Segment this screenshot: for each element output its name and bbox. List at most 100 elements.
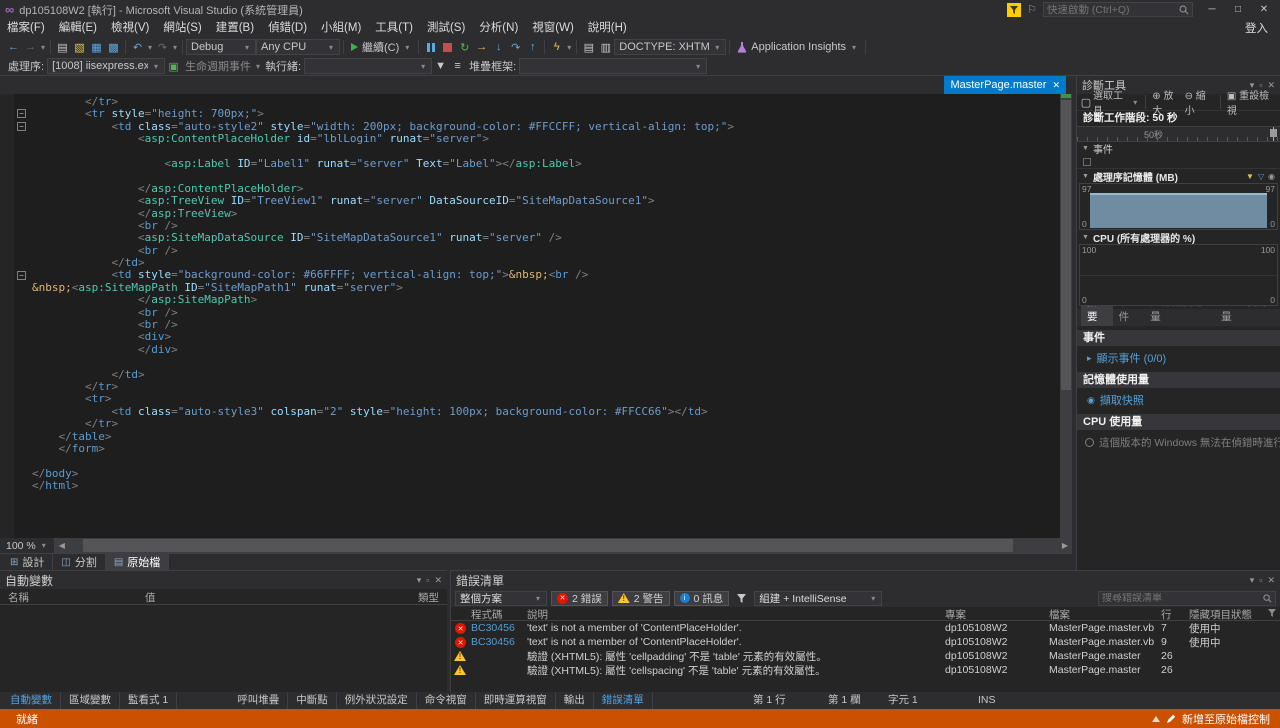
code-editor[interactable]: </tr> <tr style="height: 700px;"> <td cl… (0, 94, 1060, 538)
app-insights-button[interactable]: Application Insights ▾ (733, 41, 862, 53)
lifecycle-events-select[interactable]: 生命週期事件 (182, 58, 254, 74)
code-line[interactable]: </div> (0, 344, 1060, 356)
save-icon[interactable]: ▦ (88, 39, 105, 56)
tool-window-tab[interactable]: 呼叫堆疊 (229, 692, 288, 709)
close-button[interactable]: ✕ (1251, 1, 1277, 18)
code-line[interactable]: </td> (0, 369, 1060, 381)
menu-item[interactable]: 網站(S) (156, 19, 208, 37)
tool-window-tab[interactable]: 中斷點 (288, 692, 337, 709)
collapse-icon[interactable]: ▼ (1082, 173, 1089, 180)
code-line[interactable] (0, 455, 1060, 467)
zoom-select[interactable]: 100 %▾ (0, 538, 55, 553)
show-next-statement-icon[interactable]: → (473, 39, 490, 56)
menu-item[interactable]: 檢視(V) (104, 19, 156, 37)
horizontal-scrollbar-thumb[interactable] (83, 539, 1013, 552)
document-tab[interactable]: MasterPage.master ✕ (944, 76, 1066, 94)
intellitrace-dropdown-icon[interactable]: ▾ (565, 43, 573, 52)
quick-launch-input[interactable] (1047, 4, 1179, 16)
doctype-select[interactable]: DOCTYPE: XHTML5▾ (614, 39, 726, 55)
sign-in-link[interactable]: 登入 (1233, 20, 1280, 36)
feedback-icon[interactable] (1007, 3, 1021, 17)
platform-select[interactable]: Any CPU▾ (256, 39, 340, 55)
menu-item[interactable]: 檔案(F) (0, 19, 52, 37)
events-lane-header[interactable]: ▼事件 (1077, 142, 1280, 155)
quick-launch-box[interactable] (1043, 2, 1193, 17)
fold-marker[interactable]: − (17, 122, 26, 131)
filter-icon[interactable] (1268, 609, 1276, 617)
tool-window-tab[interactable]: 輸出 (556, 692, 594, 709)
autos-header[interactable]: 自動變數 ▾ ▫ ✕ (0, 571, 447, 589)
close-tab-icon[interactable]: ✕ (1052, 80, 1060, 91)
events-section-header[interactable]: 事件 (1077, 330, 1280, 346)
code-line[interactable]: </body> (0, 468, 1060, 480)
window-menu-icon[interactable]: ▾ (1250, 575, 1255, 586)
stop-debugging-icon[interactable] (439, 39, 456, 56)
redo-icon[interactable]: ↷ (154, 39, 171, 56)
pin-icon[interactable]: ▫ (1259, 575, 1262, 586)
column-header[interactable]: 行 (1161, 607, 1189, 622)
tool-window-tab[interactable]: 即時運算視窗 (476, 692, 556, 709)
source-control-button[interactable]: 新增至原始檔控制 (1182, 711, 1270, 727)
threads-in-source-icon[interactable]: ≡ (449, 58, 466, 75)
vertical-scrollbar[interactable] (1060, 94, 1072, 538)
menu-item[interactable]: 偵錯(D) (261, 19, 314, 37)
messages-filter-button[interactable]: i0 訊息 (674, 591, 730, 606)
errors-filter-button[interactable]: ✕2 錯誤 (551, 591, 608, 606)
error-row[interactable]: !驗證 (XHTML5): 屬性 'cellpadding' 不是 'table… (451, 649, 1280, 663)
notifications-icon[interactable]: ⚐ (1027, 3, 1037, 16)
stack-frame-select[interactable]: ▾ (519, 58, 707, 74)
vertical-scrollbar-thumb[interactable] (1061, 100, 1071, 390)
column-header[interactable]: 隱藏項目狀態 (1189, 607, 1280, 622)
thread-select[interactable]: ▾ (304, 58, 432, 74)
code-line[interactable]: </tr> (0, 381, 1060, 393)
menu-item[interactable]: 說明(H) (581, 19, 634, 37)
timeline-handle[interactable] (1270, 129, 1277, 137)
error-row[interactable]: !驗證 (XHTML5): 屬性 'cellspacing' 不是 'table… (451, 663, 1280, 677)
undo-dropdown-icon[interactable]: ▾ (146, 43, 154, 52)
restart-icon[interactable]: ↻ (456, 39, 473, 56)
step-out-icon[interactable]: ↑ (524, 39, 541, 56)
code-line[interactable]: <td class="auto-style3" colspan="2" styl… (0, 406, 1060, 418)
redo-dropdown-icon[interactable]: ▾ (171, 43, 179, 52)
memory-section-header[interactable]: 記憶體使用量 (1077, 372, 1280, 388)
cpu-section-header[interactable]: CPU 使用量 (1077, 414, 1280, 430)
continue-button[interactable]: 繼續(C) ▾ (347, 39, 415, 55)
nav-dropdown-icon[interactable]: ▾ (39, 43, 47, 52)
collapse-icon[interactable]: ▼ (1082, 145, 1089, 152)
collapse-icon[interactable]: ▼ (1082, 234, 1089, 241)
window-menu-icon[interactable]: ▾ (417, 575, 422, 586)
step-over-icon[interactable]: ↷ (507, 39, 524, 56)
horizontal-scrollbar[interactable] (69, 538, 1058, 553)
autos-body[interactable] (0, 605, 447, 691)
cpu-chart[interactable]: 100 0 100 0 (1079, 244, 1278, 306)
timeline-ruler[interactable]: 50秒 (1077, 126, 1280, 142)
column-header[interactable]: 說明 (527, 607, 945, 622)
scroll-left-icon[interactable]: ◀ (55, 538, 69, 553)
save-all-icon[interactable]: ▩ (105, 39, 122, 56)
column-header[interactable]: 名稱 (8, 590, 29, 605)
view-markup-icon[interactable]: ▥ (597, 39, 614, 56)
menu-item[interactable]: 建置(B) (209, 19, 261, 37)
warnings-filter-button[interactable]: !2 警告 (612, 591, 670, 606)
error-row[interactable]: ✕BC30456'text' is not a member of 'Conte… (451, 621, 1280, 635)
solution-config-select[interactable]: Debug▾ (186, 39, 256, 55)
open-file-icon[interactable]: ▧ (71, 39, 88, 56)
tool-window-tab[interactable]: 監看式 1 (120, 692, 177, 709)
menu-item[interactable]: 分析(N) (472, 19, 525, 37)
view-tab[interactable]: ▤原始檔 (106, 554, 169, 571)
reset-view-button[interactable]: ▣ 重設檢視 (1227, 87, 1276, 117)
close-icon[interactable]: ✕ (1267, 575, 1275, 586)
code-line[interactable]: </tr> (0, 418, 1060, 430)
scroll-right-icon[interactable]: ▶ (1058, 538, 1072, 553)
menu-item[interactable]: 編輯(E) (52, 19, 104, 37)
tool-window-tab[interactable]: 區域變數 (61, 692, 120, 709)
tool-window-tab[interactable]: 命令視窗 (417, 692, 476, 709)
scope-select[interactable]: 整個方案▾ (455, 591, 547, 606)
show-events-link[interactable]: ▸顯示事件 (0/0) (1077, 346, 1280, 368)
view-tab[interactable]: ⊞設計 (2, 554, 53, 571)
flag-icon[interactable]: ▼ (432, 58, 449, 75)
tool-window-tab[interactable]: 自動變數 (2, 692, 61, 709)
pin-icon[interactable]: ▫ (426, 575, 429, 586)
cpu-chart-header[interactable]: ▼ CPU (所有處理器的 %) (1077, 230, 1280, 244)
code-line[interactable]: </html> (0, 480, 1060, 492)
